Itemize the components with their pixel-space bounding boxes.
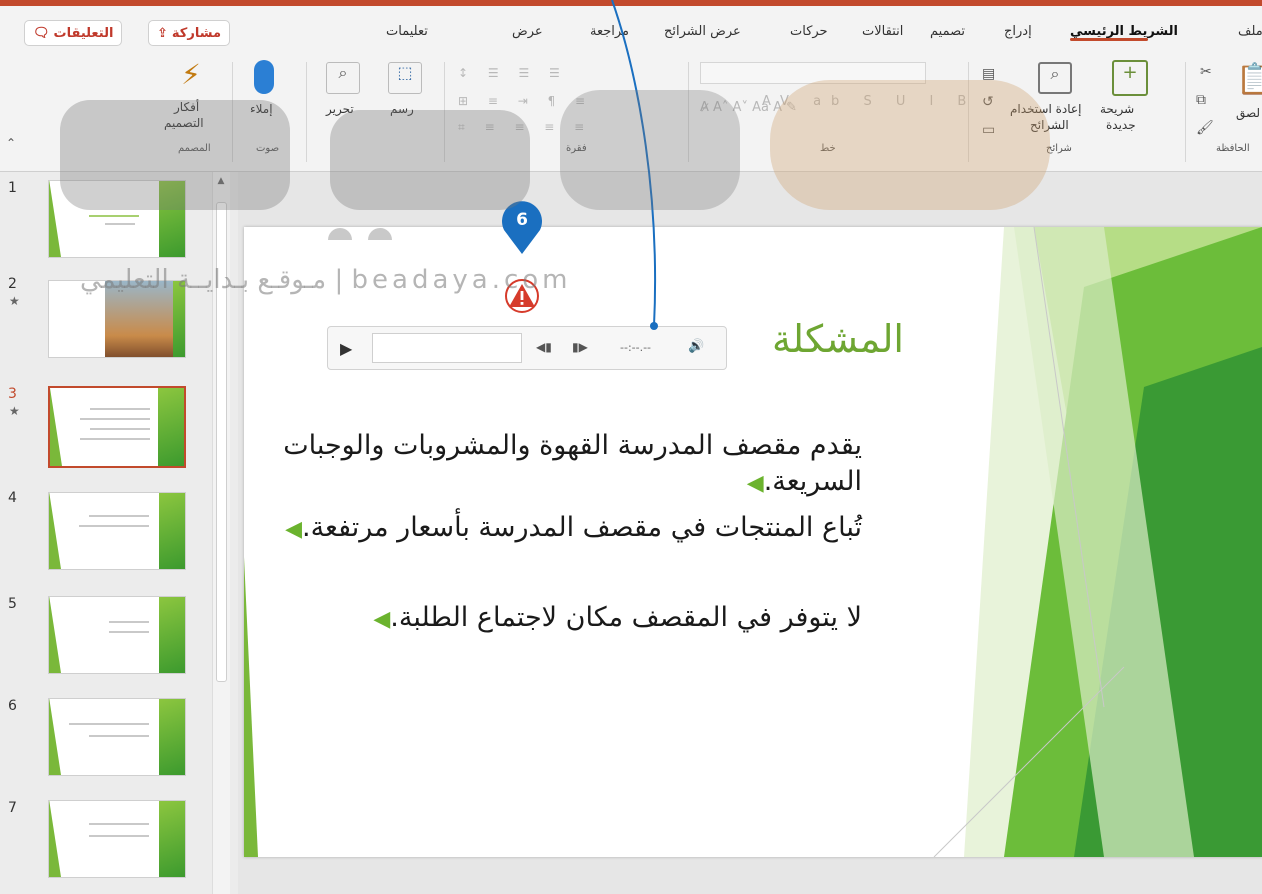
design-ideas-icon[interactable]: ⚡	[174, 58, 208, 94]
bullet-item[interactable]: تُباع المنتجات في مقصف المدرسة بأسعار مر…	[262, 510, 862, 548]
paste-label[interactable]: لصق	[1236, 106, 1260, 120]
list-buttons: ↕ ☰ ☰ ☰	[458, 66, 568, 80]
ribbon-divider	[1185, 62, 1186, 162]
bullet-arrow-icon: ◀	[746, 471, 764, 496]
font-size-box[interactable]	[700, 66, 760, 84]
ribbon-divider	[444, 62, 445, 162]
comment-icon: 🗨	[33, 25, 50, 41]
bullet-text: تُباع المنتجات في مقصف المدرسة بأسعار مر…	[301, 512, 862, 543]
comments-button[interactable]: 🗨 التعليقات	[24, 20, 123, 46]
comments-label: التعليقات	[53, 25, 114, 41]
thumb-number: 3	[8, 386, 17, 402]
slide-thumbnail-5[interactable]	[48, 596, 186, 674]
format-painter-icon[interactable]: 🖌	[1196, 120, 1214, 136]
new-slide-label-1[interactable]: شريحة	[1100, 102, 1134, 116]
slide-thumbnail-1[interactable]	[48, 180, 186, 258]
ribbon-divider	[968, 62, 969, 162]
rewind-icon[interactable]: ◀▮	[536, 340, 552, 354]
slide-title[interactable]: المشكلة	[724, 317, 904, 361]
tab-view[interactable]: عرض	[512, 24, 543, 39]
tab-design[interactable]: تصميم	[930, 24, 965, 39]
section-icon[interactable]: ▭	[982, 122, 995, 138]
thumb-number: 5	[8, 596, 17, 612]
active-tab-indicator	[1070, 38, 1148, 41]
tab-home[interactable]: الشريط الرئيسي	[1070, 24, 1178, 39]
thumb-number: 4	[8, 490, 17, 506]
group-voice: صوت	[256, 143, 280, 154]
layout-icon[interactable]: ▤	[982, 66, 995, 82]
tab-review[interactable]: مراجعة	[590, 24, 629, 39]
tab-transitions[interactable]: انتقالات	[862, 24, 903, 39]
copy-icon[interactable]: ⧉	[1196, 92, 1206, 108]
thumb-number: 1	[8, 180, 17, 196]
volume-icon[interactable]: 🔊	[688, 339, 704, 354]
audio-player[interactable]: ▶ ◀▮ ▮▶ --:--.-- 🔊	[327, 326, 727, 370]
thumb-number: 7	[8, 800, 17, 816]
tab-file[interactable]: ملف	[1238, 24, 1262, 39]
forward-icon[interactable]: ▮▶	[572, 340, 588, 354]
scroll-up-icon[interactable]: ▲	[215, 176, 227, 186]
design-ideas-label-2[interactable]: التصميم	[164, 116, 204, 130]
indent-buttons: ⊞ ≡ ⇥ ¶ ≡	[458, 94, 594, 108]
bullet-item[interactable]: لا يتوفر في المقصف مكان لاجتماع الطلبة.◀	[262, 600, 862, 638]
draw-label[interactable]: رسم	[390, 102, 414, 116]
ribbon: ملف الشريط الرئيسي إدراج تصميم انتقالات …	[0, 6, 1262, 172]
bullet-text: يقدم مقصف المدرسة القهوة والمشروبات والو…	[283, 430, 862, 497]
bullet-arrow-icon: ◀	[285, 517, 302, 542]
tab-animations[interactable]: حركات	[790, 24, 828, 39]
tab-insert[interactable]: إدراج	[1004, 24, 1032, 39]
slide-thumbnail-7[interactable]	[48, 800, 186, 878]
new-slide-label-2[interactable]: جديدة	[1106, 118, 1136, 132]
dictate-label[interactable]: إملاء	[250, 102, 273, 116]
audio-time: --:--.--	[620, 341, 652, 354]
group-slides: شرائح	[1046, 143, 1072, 154]
draw-icon[interactable]: ⬚	[388, 62, 422, 94]
design-ideas-label-1[interactable]: أفكار	[174, 100, 199, 114]
reuse-slides-icon[interactable]: ⌕	[1038, 62, 1072, 94]
reuse-slides-label-1[interactable]: إعادة استخدام	[1010, 102, 1081, 116]
bullet-item[interactable]: يقدم مقصف المدرسة القهوة والمشروبات والو…	[262, 428, 862, 502]
share-icon: ⇪	[157, 25, 168, 41]
ribbon-divider	[306, 62, 307, 162]
group-font: خط	[820, 143, 836, 154]
new-slide-icon[interactable]: +	[1112, 60, 1148, 96]
bullet-text: لا يتوفر في المقصف مكان لاجتماع الطلبة.	[390, 602, 862, 633]
collapse-ribbon-icon[interactable]: ⌃	[6, 136, 16, 150]
edit-label[interactable]: تحرير	[326, 102, 354, 116]
font-style-buttons: AV ab S U I B	[762, 94, 977, 109]
paste-icon[interactable]: 📋	[1236, 62, 1262, 97]
watermark-text: مـوقـع بـدايــة التعليمي | beadaya.com	[80, 265, 572, 295]
reuse-slides-label-2[interactable]: الشرائح	[1030, 118, 1069, 132]
group-paragraph: فقرة	[566, 143, 587, 154]
tab-slideshow[interactable]: عرض الشرائح	[664, 24, 741, 39]
slide-thumbnail-6[interactable]	[48, 698, 186, 776]
cut-icon[interactable]: ✂	[1200, 64, 1212, 80]
audio-progress-bar[interactable]	[372, 333, 522, 363]
align-buttons: ⌗ ≡ ≡ ≡ ≡	[458, 120, 593, 134]
thumb-number: 2	[8, 276, 17, 292]
group-designer: المصمم	[178, 143, 211, 154]
callout-number: 6	[516, 210, 528, 230]
slide-thumbnail-4[interactable]	[48, 492, 186, 570]
animation-star-icon: ★	[9, 404, 20, 418]
ribbon-divider	[688, 62, 689, 162]
slide-thumbnail-3[interactable]	[48, 386, 186, 468]
microphone-icon[interactable]	[254, 60, 274, 94]
animation-star-icon: ★	[9, 294, 20, 308]
share-button[interactable]: ⇪ مشاركة	[148, 20, 230, 46]
reset-icon[interactable]: ↺	[982, 94, 994, 110]
group-clipboard: الحافظة	[1216, 143, 1250, 154]
bullet-arrow-icon: ◀	[373, 607, 391, 632]
share-label: مشاركة	[171, 25, 221, 41]
play-icon[interactable]: ▶	[340, 339, 352, 358]
search-icon[interactable]: ⌕	[326, 62, 360, 94]
ribbon-divider	[232, 62, 233, 162]
tab-help[interactable]: تعليمات	[386, 24, 428, 39]
thumb-number: 6	[8, 698, 17, 714]
